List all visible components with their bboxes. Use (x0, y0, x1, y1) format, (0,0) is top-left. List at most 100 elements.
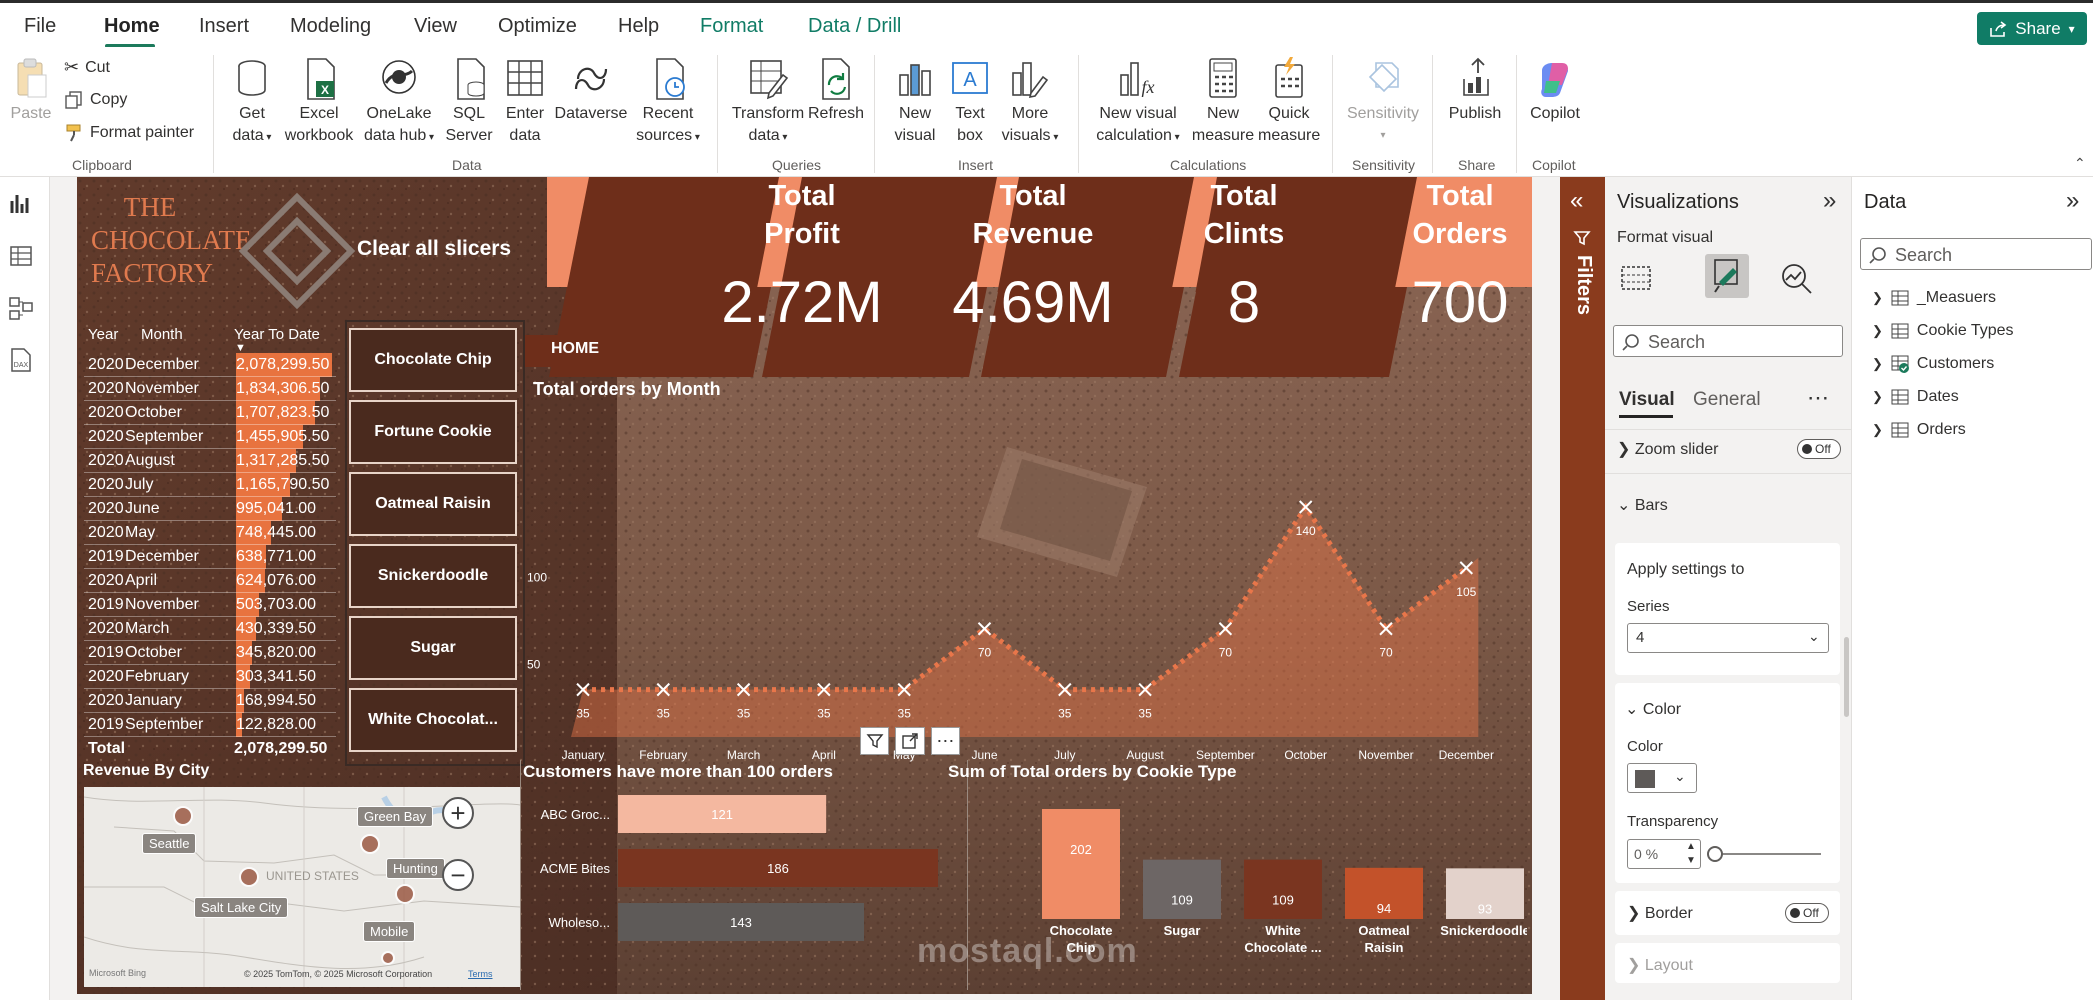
slicer-snickerdoodle[interactable]: Snickerdoodle (349, 544, 517, 608)
col-header-ytd[interactable]: Year To Date (234, 326, 320, 343)
table-orders[interactable]: ❯ Orders (1872, 421, 1966, 439)
data-search-input[interactable]: Search (1860, 238, 2092, 270)
get-data-button[interactable]: Get data ▾ (224, 57, 280, 149)
table-row[interactable]: 2020 July 1,165,790.50 (84, 473, 344, 497)
menu-data-drill[interactable]: Data / Drill (808, 15, 901, 38)
excel-workbook-button[interactable]: X Excel workbook (280, 57, 358, 147)
table-dates[interactable]: ❯ Dates (1872, 388, 1959, 406)
slicer-white-chocolate[interactable]: White Chocolat... (349, 688, 517, 752)
map-bubble-huntington[interactable] (395, 884, 415, 904)
table-customers[interactable]: ❯ Customers (1872, 355, 1994, 373)
color-section-header[interactable]: ⌄ Color (1625, 699, 1681, 719)
expand-filters-icon[interactable]: « (1570, 187, 1583, 215)
table-view-icon[interactable] (8, 243, 34, 269)
dataverse-button[interactable]: Dataverse (552, 57, 630, 125)
format-painter-button[interactable]: Format painter (64, 123, 194, 143)
color-picker[interactable]: ⌄ (1627, 763, 1697, 793)
paste-button[interactable]: Paste (8, 57, 54, 125)
customers-bar-chart[interactable]: ABC Groc... 121 ACME Bites 186 Wholeso... 143 (523, 787, 983, 987)
enter-data-button[interactable]: Enter data (500, 57, 550, 147)
vis-search-input[interactable]: Search (1613, 325, 1843, 357)
menu-insert[interactable]: Insert (199, 15, 249, 38)
zoom-slider-toggle[interactable]: Off (1797, 439, 1841, 459)
table-row[interactable]: 2020 August 1,317,285.50 (84, 449, 344, 473)
bars-section-header[interactable]: ⌄ Bars (1617, 495, 1668, 515)
tab-visual[interactable]: Visual (1619, 389, 1675, 411)
layout-section-header[interactable]: ❯ Layout (1627, 955, 1693, 975)
table-row[interactable]: 2019 December 638,771.00 (84, 545, 344, 569)
sensitivity-button[interactable]: Sensitivity ▾ (1344, 57, 1422, 147)
transparency-slider[interactable] (1711, 853, 1821, 855)
onelake-button[interactable]: OneLake data hub ▾ (358, 57, 440, 149)
more-options-icon[interactable]: ⋯ (930, 727, 960, 755)
collapse-data-pane-icon[interactable]: » (2066, 187, 2079, 215)
map-zoom-in-button[interactable]: + (442, 797, 474, 829)
map-bubble-mobile[interactable] (381, 951, 395, 965)
sql-server-button[interactable]: SQL Server (444, 57, 494, 147)
map-zoom-out-button[interactable]: − (442, 859, 474, 891)
table-row[interactable]: 2020 June 995,041.00 (84, 497, 344, 521)
slicer-chocolate-chip[interactable]: Chocolate Chip (349, 328, 517, 392)
menu-home[interactable]: Home (104, 15, 160, 38)
clear-slicers-button[interactable]: Clear all slicers (357, 237, 511, 261)
table-row[interactable]: 2020 November 1,834,306.50 (84, 377, 344, 401)
filter-icon[interactable] (860, 727, 890, 755)
map-bubble-seattle[interactable] (173, 806, 193, 826)
table-row[interactable]: 2020 December 2,078,299.50 (84, 353, 344, 377)
table-row[interactable]: 2020 April 624,076.00 (84, 569, 344, 593)
copilot-button[interactable]: Copilot (1524, 57, 1586, 125)
refresh-button[interactable]: Refresh (806, 57, 866, 125)
analytics-icon[interactable] (1779, 261, 1815, 297)
transparency-input[interactable]: 0 % ▲ ▼ (1627, 839, 1701, 869)
menu-format[interactable]: Format (700, 15, 763, 38)
table-row[interactable]: 2019 October 345,820.00 (84, 641, 344, 665)
table-row[interactable]: 2020 March 430,339.50 (84, 617, 344, 641)
table-cookie-types[interactable]: ❯ Cookie Types (1872, 322, 2014, 340)
menu-modeling[interactable]: Modeling (290, 15, 371, 38)
menu-optimize[interactable]: Optimize (498, 15, 577, 38)
copy-button[interactable]: Copy (64, 90, 127, 110)
table-row[interactable]: 2020 February 303,341.50 (84, 665, 344, 689)
eraser-icon[interactable] (237, 191, 357, 311)
more-options-icon[interactable]: ⋯ (1807, 385, 1829, 411)
col-header-month[interactable]: Month (141, 326, 183, 343)
share-button[interactable]: Share ▾ (1977, 12, 2087, 45)
model-view-icon[interactable] (8, 295, 34, 321)
pane-scrollbar[interactable] (1844, 637, 1849, 717)
build-visual-icon[interactable] (1619, 261, 1653, 295)
transform-data-button[interactable]: Transform data ▾ (728, 57, 808, 149)
table-row[interactable]: 2020 September 1,455,905.50 (84, 425, 344, 449)
slicer-fortune-cookie[interactable]: Fortune Cookie (349, 400, 517, 464)
table-row[interactable]: 2019 September 122,828.00 (84, 713, 344, 737)
slider-thumb[interactable] (1707, 846, 1723, 862)
col-header-year[interactable]: Year (88, 326, 118, 343)
home-button[interactable]: HOME (525, 340, 625, 358)
collapse-pane-icon[interactable]: » (1823, 187, 1836, 215)
format-visual-tab[interactable] (1705, 254, 1749, 298)
quick-measure-button[interactable]: Quick measure (1258, 57, 1320, 147)
menu-view[interactable]: View (414, 15, 457, 38)
focus-mode-icon[interactable] (895, 727, 925, 755)
map-bubble-green-bay[interactable] (360, 834, 380, 854)
new-visual-calculation-button[interactable]: fx New visual calculation ▾ (1090, 57, 1186, 149)
table-row[interactable]: 2020 January 168,994.50 (84, 689, 344, 713)
revenue-map[interactable]: Seattle Salt Lake City Green Bay Hunting… (84, 787, 520, 987)
border-section-header[interactable]: ❯ Border (1627, 903, 1693, 923)
recent-sources-button[interactable]: Recent sources ▾ (628, 57, 708, 149)
border-toggle[interactable]: Off (1785, 903, 1829, 923)
menu-help[interactable]: Help (618, 15, 659, 38)
new-visual-button[interactable]: New visual (888, 57, 942, 147)
tab-general[interactable]: General (1693, 389, 1761, 411)
map-bubble-salt-lake-city[interactable] (239, 867, 259, 887)
more-visuals-button[interactable]: More visuals ▾ (996, 57, 1064, 149)
slicer-oatmeal-raisin[interactable]: Oatmeal Raisin (349, 472, 517, 536)
dax-query-view-icon[interactable]: DAX (8, 347, 34, 373)
table-measuers[interactable]: ❯ _Measuers (1872, 289, 1996, 307)
new-measure-button[interactable]: New measure (1188, 57, 1258, 147)
table-row[interactable]: 2020 May 748,445.00 (84, 521, 344, 545)
zoom-slider-row[interactable]: ❯ Zoom slider (1617, 439, 1718, 459)
table-row[interactable]: 2020 October 1,707,823.50 (84, 401, 344, 425)
filters-pane-collapsed[interactable]: « Filters (1560, 177, 1605, 1000)
table-row[interactable]: 2019 November 503,703.00 (84, 593, 344, 617)
map-terms-link[interactable]: Terms (468, 969, 493, 979)
